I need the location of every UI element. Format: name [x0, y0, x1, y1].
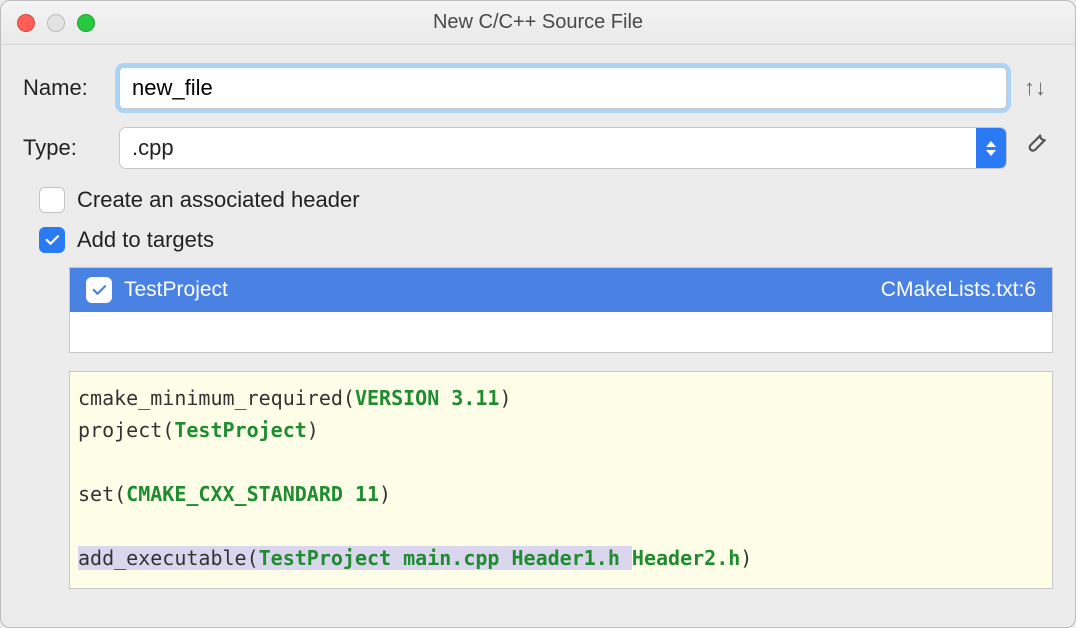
target-name: TestProject: [124, 268, 228, 312]
settings-button[interactable]: [1017, 132, 1053, 164]
targets-empty-row: [70, 312, 1052, 352]
cmake-preview: cmake_minimum_required(VERSION 3.11) pro…: [69, 371, 1053, 589]
targets-list: TestProject CMakeLists.txt:6: [69, 267, 1053, 353]
target-row[interactable]: TestProject CMakeLists.txt:6: [70, 268, 1052, 312]
create-header-checkbox[interactable]: [39, 187, 65, 213]
sort-icon[interactable]: ↑↓: [1017, 75, 1053, 101]
type-label: Type:: [23, 135, 119, 161]
type-value: .cpp: [132, 135, 174, 161]
add-targets-checkbox[interactable]: [39, 227, 65, 253]
target-checkbox[interactable]: [86, 277, 112, 303]
name-label: Name:: [23, 75, 119, 101]
titlebar: New C/C++ Source File: [1, 1, 1075, 45]
target-location: CMakeLists.txt:6: [881, 268, 1036, 312]
create-header-label: Create an associated header: [77, 187, 360, 213]
add-targets-label: Add to targets: [77, 227, 214, 253]
window-title: New C/C++ Source File: [1, 11, 1075, 34]
name-input[interactable]: [119, 67, 1007, 109]
type-select[interactable]: .cpp: [119, 127, 1007, 169]
chevron-updown-icon: [976, 128, 1006, 168]
